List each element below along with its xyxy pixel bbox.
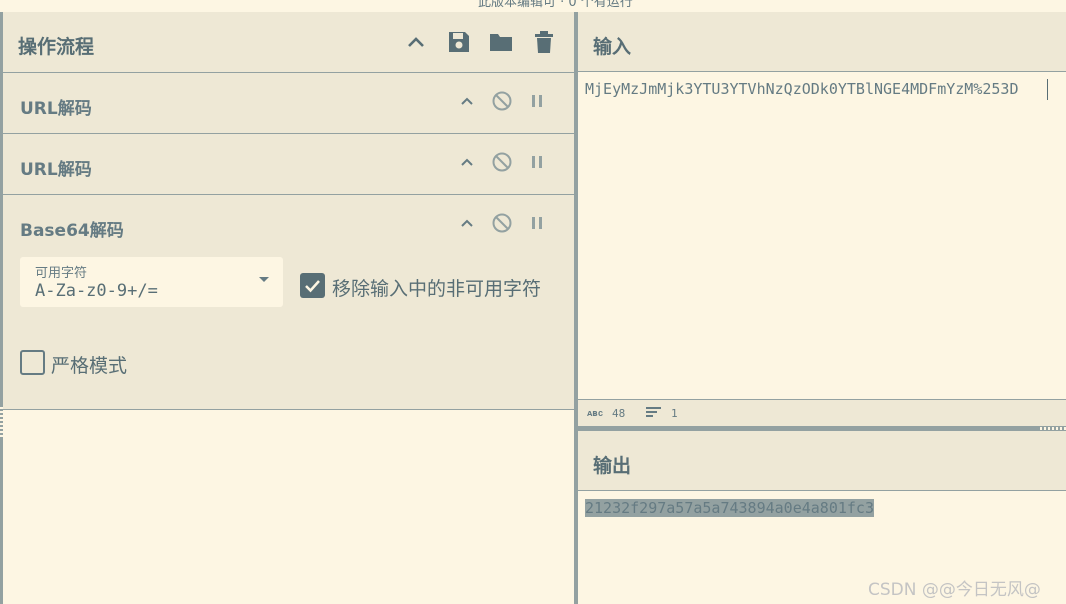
- operation-url-decode-1[interactable]: URL解码: [3, 73, 574, 134]
- pause-icon[interactable]: [526, 212, 548, 234]
- splitter-grip: [1040, 427, 1066, 430]
- recipe-panel: 操作流程 URL解码 URL解码 Base64解码 可用字符 A-Za-z0-9…: [0, 12, 578, 604]
- trash-icon[interactable]: [531, 29, 557, 55]
- alphabet-value: A-Za-z0-9+/=: [35, 281, 158, 301]
- recipe-header: 操作流程: [3, 12, 574, 73]
- chevron-up-icon[interactable]: [456, 90, 478, 112]
- chevron-up-icon[interactable]: [456, 212, 478, 234]
- operation-url-decode-2[interactable]: URL解码: [3, 134, 574, 195]
- abc-icon: ᴀʙᴄ: [587, 409, 604, 419]
- strict-mode-checkbox[interactable]: [20, 350, 45, 375]
- input-textarea[interactable]: MjEyMzJmMjk3YTU3YTVhNzQzODk0YTBlNGE4MDFm…: [585, 80, 1018, 98]
- input-length: 48: [612, 407, 626, 420]
- lines-icon: [646, 405, 662, 422]
- dropdown-arrow-icon: [259, 277, 269, 282]
- disable-icon[interactable]: [491, 90, 513, 112]
- checkmark-icon: [305, 280, 320, 293]
- input-status-bar: ᴀʙᴄ 48 1: [578, 399, 1066, 426]
- output-title: 输出: [593, 455, 632, 477]
- alphabet-select[interactable]: 可用字符 A-Za-z0-9+/=: [20, 257, 283, 307]
- pause-icon[interactable]: [526, 90, 548, 112]
- remove-nonalphabet-checkbox[interactable]: [300, 273, 325, 298]
- chevron-up-icon[interactable]: [403, 29, 429, 55]
- alphabet-label: 可用字符: [35, 266, 88, 281]
- operation-title: Base64解码: [20, 221, 124, 241]
- output-text[interactable]: 21232f297a57a5a743894a0e4a801fc3: [585, 499, 874, 517]
- io-panel: 输入 MjEyMzJmMjk3YTU3YTVhNzQzODk0YTBlNGE4M…: [578, 12, 1066, 604]
- watermark: CSDN @@今日无风@: [868, 580, 1041, 600]
- operation-title: URL解码: [20, 160, 92, 180]
- strict-mode-label: 严格模式: [51, 355, 128, 377]
- input-title: 输入: [593, 36, 632, 58]
- disable-icon[interactable]: [491, 212, 513, 234]
- text-caret: [1047, 79, 1048, 100]
- pause-icon[interactable]: [526, 151, 548, 173]
- operation-title: URL解码: [20, 99, 92, 119]
- recipe-title: 操作流程: [18, 36, 95, 58]
- operation-base64-decode[interactable]: Base64解码 可用字符 A-Za-z0-9+/= 移除输入中的非可用字符 严…: [3, 195, 574, 410]
- save-icon[interactable]: [446, 29, 472, 55]
- output-header: 输出: [578, 431, 1066, 491]
- chevron-up-icon[interactable]: [456, 151, 478, 173]
- input-header: 输入: [578, 12, 1066, 72]
- top-bar-text: 此版本编辑可 · 0 个有运行: [478, 0, 633, 10]
- input-lines: 1: [671, 407, 678, 420]
- remove-nonalphabet-label: 移除输入中的非可用字符: [332, 278, 542, 300]
- folder-icon[interactable]: [488, 29, 514, 55]
- disable-icon[interactable]: [491, 151, 513, 173]
- top-bar: 此版本编辑可 · 0 个有运行: [0, 0, 1066, 12]
- resize-handle[interactable]: [0, 407, 3, 439]
